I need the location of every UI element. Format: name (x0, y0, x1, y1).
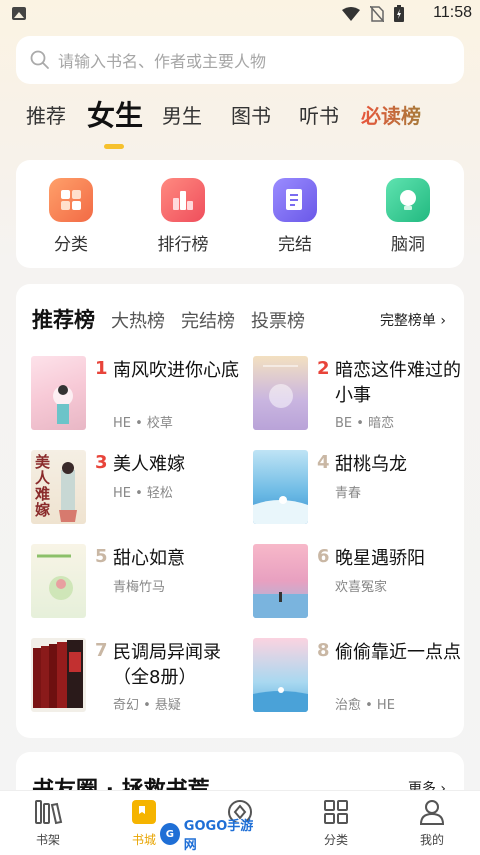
book-title: 民调局异闻录（全8册） (113, 642, 221, 688)
book-title: 暗恋这件难过的小事 (335, 360, 461, 406)
ranking-tab-votes[interactable]: 投票榜 (251, 307, 305, 333)
book-cover (253, 638, 308, 712)
book-item[interactable]: 美人难嫁 3 美人难嫁 HE • 轻松 (31, 450, 241, 530)
category-icon (49, 178, 93, 222)
chevron-right-icon: › (440, 313, 446, 329)
book-tags: HE • 校草 (113, 416, 173, 431)
book-tags: HE • 轻松 (113, 486, 173, 501)
quick-link-label: 脑洞 (391, 235, 425, 255)
ranking-card: 推荐榜 大热榜 完结榜 投票榜 完整榜单 › 1 南风吹进你心底 HE • 校草… (16, 284, 464, 738)
quick-link-category[interactable]: 分类 (31, 178, 111, 255)
book-rank: 7 (95, 640, 108, 661)
clock: 11:58 (433, 4, 472, 21)
book-rank: 8 (317, 640, 330, 661)
book-cover (31, 544, 86, 618)
category-tabs: 推荐 女生 男生 图书 听书 必读榜 (0, 99, 480, 156)
bookshelf-icon (35, 800, 63, 825)
tab-male[interactable]: 男生 (162, 100, 202, 129)
bookstore-icon (132, 800, 156, 824)
book-rank: 3 (95, 452, 108, 473)
grid-icon (324, 800, 348, 824)
tab-recommend[interactable]: 推荐 (26, 100, 66, 129)
quick-link-brainstorm[interactable]: 脑洞 (368, 178, 448, 255)
quick-link-label: 排行榜 (157, 235, 209, 255)
bulb-icon (386, 178, 430, 222)
ranking-tabs: 推荐榜 大热榜 完结榜 投票榜 (32, 304, 321, 334)
book-item[interactable]: 2 暗恋这件难过的小事 BE • 暗恋 (253, 356, 463, 436)
quick-link-completed[interactable]: 完结 (255, 178, 335, 255)
book-rank: 6 (317, 546, 330, 567)
active-tab-indicator (104, 144, 124, 149)
book-cover (253, 544, 308, 618)
wifi-icon (342, 6, 360, 21)
nav-category[interactable]: 分类 (304, 799, 368, 848)
book-rank: 2 (317, 358, 330, 379)
nav-label: 书架 (35, 833, 60, 847)
battery-icon (394, 5, 404, 22)
book-item[interactable]: 6 晚星遇骄阳 欢喜冤家 (253, 544, 463, 624)
book-rank: 5 (95, 546, 108, 567)
person-icon (419, 800, 445, 825)
book-title: 晚星遇骄阳 (335, 548, 425, 569)
book-title: 甜桃乌龙 (335, 454, 407, 475)
book-item[interactable]: 8 偷偷靠近一点点 治愈 • HE (253, 638, 463, 718)
watermark: G GOGO手游网 (158, 819, 258, 853)
quick-links-card: 分类 排行榜 完结 脑洞 (16, 160, 464, 268)
book-tags: 欢喜冤家 (335, 580, 388, 595)
search-icon (30, 50, 49, 69)
book-cover (253, 356, 308, 430)
tab-books[interactable]: 图书 (231, 100, 271, 129)
image-notification-icon (12, 7, 26, 20)
tab-must-read[interactable]: 必读榜 (361, 100, 421, 129)
no-sim-icon (370, 5, 384, 22)
book-tags: BE • 暗恋 (335, 416, 395, 431)
book-rank: 1 (95, 358, 108, 379)
nav-profile[interactable]: 我的 (400, 799, 464, 848)
book-title: 南风吹进你心底 (113, 360, 239, 381)
book-item[interactable]: 4 甜桃乌龙 青春 (253, 450, 463, 530)
ranking-tab-recommend[interactable]: 推荐榜 (32, 304, 95, 334)
quick-link-label: 分类 (54, 235, 88, 255)
book-cover (253, 450, 308, 524)
book-tags: 奇幻 • 悬疑 (113, 698, 181, 713)
nav-bookshelf[interactable]: 书架 (16, 799, 80, 848)
book-item[interactable]: 7 民调局异闻录（全8册） 奇幻 • 悬疑 (31, 638, 241, 718)
quick-link-label: 完结 (278, 235, 312, 255)
book-title: 美人难嫁 (113, 454, 185, 475)
watermark-text: GOGO手游网 (183, 819, 254, 853)
book-tags: 青梅竹马 (113, 580, 166, 595)
book-cover: 美人难嫁 (31, 450, 86, 524)
ranking-tab-completed[interactable]: 完结榜 (181, 307, 235, 333)
ranking-tab-hot[interactable]: 大热榜 (111, 307, 165, 333)
ranking-icon (161, 178, 205, 222)
book-title: 偷偷靠近一点点 (335, 642, 461, 663)
status-bar: 11:58 (0, 0, 480, 28)
book-cover (31, 356, 86, 430)
full-ranking-link[interactable]: 完整榜单 › (380, 310, 446, 330)
book-item[interactable]: 5 甜心如意 青梅竹马 (31, 544, 241, 624)
book-cover-text: 美人难嫁 (35, 453, 51, 519)
watermark-logo-icon: G (160, 823, 180, 845)
search-input[interactable]: 请输入书名、作者或主要人物 (16, 36, 464, 84)
book-cover (31, 638, 86, 712)
book-title: 甜心如意 (113, 548, 185, 569)
search-placeholder: 请输入书名、作者或主要人物 (58, 52, 267, 71)
tab-female[interactable]: 女生 (87, 94, 143, 134)
book-tags: 青春 (335, 486, 362, 501)
nav-label: 分类 (323, 833, 348, 847)
tab-audiobooks[interactable]: 听书 (299, 100, 339, 129)
book-item[interactable]: 1 南风吹进你心底 HE • 校草 (31, 356, 241, 436)
nav-label: 我的 (419, 833, 444, 847)
document-icon (273, 178, 317, 222)
book-rank: 4 (317, 452, 330, 473)
status-icons (342, 5, 404, 22)
book-tags: 治愈 • HE (335, 698, 395, 713)
full-ranking-label: 完整榜单 (379, 313, 436, 329)
quick-link-ranking[interactable]: 排行榜 (143, 178, 223, 255)
